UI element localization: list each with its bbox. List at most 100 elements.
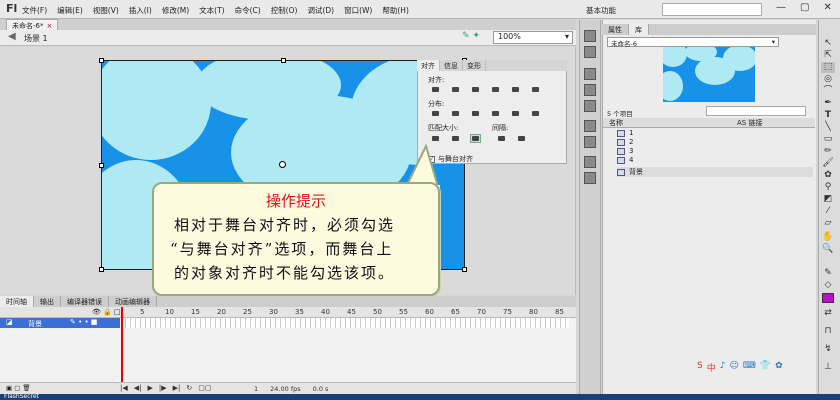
actions-panel-icon[interactable] [584, 156, 596, 168]
menu-help[interactable]: 帮助(H) [382, 5, 409, 16]
layer-row[interactable]: ◪ ✎ • • ■ [0, 318, 120, 328]
close-tab-icon[interactable]: × [46, 22, 52, 30]
3d-rotation-tool-icon[interactable]: ◎ [821, 74, 835, 85]
tab-timeline[interactable]: 时间轴 [0, 296, 34, 307]
menu-commands[interactable]: 命令(C) [235, 5, 261, 16]
distribute-vcenter-icon[interactable] [450, 109, 461, 118]
chinese-mode-icon[interactable]: 中 [707, 361, 716, 374]
document-tab[interactable]: 未命名-6* × [6, 19, 59, 30]
eyedropper-tool-icon[interactable]: ⁄ [821, 206, 835, 217]
code-snippets-icon[interactable] [584, 136, 596, 148]
tab-output[interactable]: 输出 [34, 296, 61, 307]
space-horizontal-icon[interactable] [516, 134, 527, 143]
menu-window[interactable]: 窗口(W) [344, 5, 372, 16]
play-icon[interactable]: ▶ [148, 384, 153, 392]
components-panel-icon[interactable] [584, 120, 596, 132]
tab-properties[interactable]: 属性 [602, 24, 629, 35]
pen-tool-icon[interactable]: ✒ [821, 98, 835, 109]
column-as-linkage[interactable]: AS 链接 [737, 118, 762, 128]
text-tool-icon[interactable]: T [821, 110, 835, 121]
distribute-top-icon[interactable] [430, 109, 441, 118]
align-panel-icon[interactable] [584, 68, 596, 80]
library-item[interactable]: 背景 [617, 167, 813, 177]
align-bottom-icon[interactable] [530, 85, 541, 94]
help-search-input[interactable] [662, 3, 762, 16]
skin-icon[interactable]: 👕 [760, 361, 771, 374]
distribute-bottom-icon[interactable] [470, 109, 481, 118]
frame-strip[interactable] [121, 318, 569, 328]
deco-tool-icon[interactable]: ✿ [821, 170, 835, 181]
space-vertical-icon[interactable] [496, 134, 507, 143]
rectangle-tool-icon[interactable]: ▭ [821, 134, 835, 145]
menu-modify[interactable]: 修改(M) [162, 5, 189, 16]
swatches-panel-icon[interactable] [584, 46, 596, 58]
resize-handle[interactable] [99, 267, 104, 272]
layer-visibility-icons[interactable]: 👁 🔒 □ [92, 308, 121, 316]
match-both-icon[interactable] [470, 134, 481, 143]
library-item[interactable]: 2 [617, 138, 813, 146]
align-top-icon[interactable] [490, 85, 501, 94]
frame-rate[interactable]: 24.00 fps [270, 385, 300, 393]
align-right-icon[interactable] [470, 85, 481, 94]
tab-library[interactable]: 库 [629, 24, 649, 35]
swap-colors-icon[interactable]: ⇄ [821, 308, 835, 319]
tab-transform[interactable]: 变形 [463, 60, 486, 71]
zoom-tool-icon[interactable]: 🔍 [821, 244, 835, 255]
distribute-right-icon[interactable] [530, 109, 541, 118]
library-search-input[interactable] [706, 106, 806, 116]
tab-info[interactable]: 信息 [440, 60, 463, 71]
resize-handle[interactable] [99, 58, 104, 63]
fill-color-swatch[interactable] [822, 293, 834, 303]
tab-motion-editor[interactable]: 动画编辑器 [109, 296, 157, 307]
keyboard-icon[interactable]: ⌨ [743, 361, 756, 374]
color-panel-icon[interactable] [584, 30, 596, 42]
onion-skin-icon[interactable]: ▢▢ [198, 384, 211, 392]
tab-align[interactable]: 对齐 [417, 60, 440, 71]
registration-point[interactable] [279, 161, 286, 168]
menu-insert[interactable]: 插入(I) [129, 5, 152, 16]
sogou-logo-icon[interactable]: S [697, 361, 703, 374]
paint-bucket-tool-icon[interactable]: ◩ [821, 194, 835, 205]
menu-file[interactable]: 文件(F) [22, 5, 47, 16]
back-arrow-icon[interactable]: ◀ [8, 31, 16, 42]
tab-compiler-errors[interactable]: 编译器错误 [61, 296, 109, 307]
minimize-button[interactable]: — [776, 2, 786, 13]
transform-panel-icon[interactable] [584, 100, 596, 112]
edit-scene-icon[interactable]: ✎ ✦ [462, 31, 480, 41]
library-item[interactable]: 1 [617, 129, 813, 137]
menu-text[interactable]: 文本(T) [199, 5, 224, 16]
last-frame-icon[interactable]: ▶| [173, 384, 181, 392]
free-transform-tool-icon[interactable]: ⬚ [821, 62, 835, 73]
resize-handle[interactable] [462, 267, 467, 272]
info-panel-icon[interactable] [584, 84, 596, 96]
music-icon[interactable]: ♪ [720, 361, 726, 374]
snap-to-objects-icon[interactable]: ⊓ [821, 326, 835, 337]
close-button[interactable]: ✕ [823, 2, 831, 13]
maximize-button[interactable]: ▢ [800, 2, 809, 13]
straighten-icon[interactable]: ⊥ [821, 362, 835, 373]
first-frame-icon[interactable]: |◀ [120, 384, 128, 392]
stroke-color-icon[interactable]: ✎ [821, 268, 835, 279]
library-item[interactable]: 3 [617, 147, 813, 155]
lasso-tool-icon[interactable]: ⌒ [821, 86, 835, 97]
subselection-tool-icon[interactable]: ⇱ [821, 50, 835, 61]
step-forward-icon[interactable]: |▶ [159, 384, 167, 392]
resize-handle[interactable] [281, 58, 286, 63]
distribute-hcenter-icon[interactable] [510, 109, 521, 118]
resize-handle[interactable] [99, 163, 104, 168]
align-hcenter-icon[interactable] [450, 85, 461, 94]
menu-view[interactable]: 视图(V) [93, 5, 119, 16]
smooth-icon[interactable]: ↯ [821, 344, 835, 355]
scene-label[interactable]: 场景 1 [24, 33, 48, 44]
current-frame[interactable]: 1 [254, 385, 258, 393]
library-document-select[interactable]: 未命名-6 ▾ [607, 37, 779, 48]
menu-debug[interactable]: 调试(D) [307, 5, 334, 16]
menu-control[interactable]: 控制(O) [271, 5, 298, 16]
loop-icon[interactable]: ↻ [186, 384, 192, 392]
distribute-left-icon[interactable] [490, 109, 501, 118]
step-back-icon[interactable]: ◀| [134, 384, 142, 392]
fill-color-icon[interactable]: ◇ [821, 280, 835, 291]
menu-edit[interactable]: 编辑(E) [57, 5, 83, 16]
column-name[interactable]: 名称 [609, 118, 623, 128]
toolbox-icon[interactable]: ✿ [775, 361, 783, 374]
